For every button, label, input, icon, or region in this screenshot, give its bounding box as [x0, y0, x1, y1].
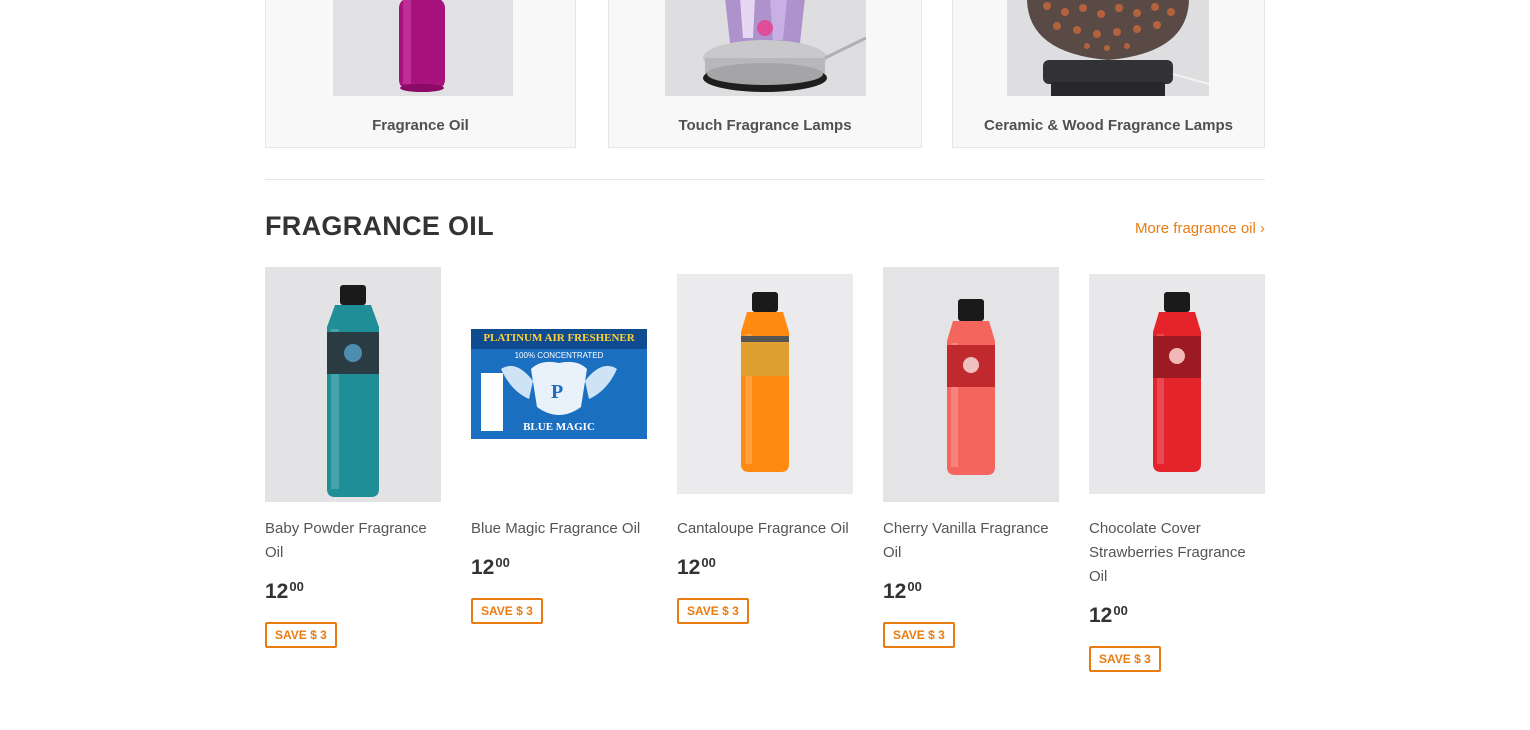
- price-cents: 00: [907, 579, 922, 594]
- product-image-blue-magic[interactable]: PLATINUM AIR FRESHENER 100% CONCENTRATED…: [471, 329, 647, 439]
- product-title[interactable]: Cherry Vanilla Fragrance Oil: [883, 517, 1059, 565]
- product-price: 1200: [471, 555, 510, 580]
- touch-lamp-image[interactable]: [665, 0, 866, 96]
- product-price: 1200: [883, 579, 922, 604]
- save-badge: SAVE $ 3: [1089, 646, 1161, 672]
- label-product-name: BLUE MAGIC: [523, 421, 595, 433]
- price-cents: 00: [1113, 603, 1128, 618]
- section-title: FRAGRANCE OIL: [265, 211, 494, 241]
- price-whole: 12: [883, 580, 907, 603]
- product-image-baby-powder[interactable]: [265, 267, 441, 502]
- collection-card-ceramic-lamps[interactable]: Ceramic & Wood Fragrance Lamps: [952, 0, 1265, 148]
- collection-card-fragrance-oil[interactable]: Fragrance Oil: [265, 0, 576, 148]
- price-whole: 12: [677, 556, 701, 579]
- product-title[interactable]: Cantaloupe Fragrance Oil: [677, 517, 853, 541]
- collection-row: Fragrance Oil Touch Fragrance Lamps Cera…: [265, 0, 1265, 149]
- product-image-cantaloupe[interactable]: [677, 274, 853, 494]
- product-title[interactable]: Chocolate Cover Strawberries Fragrance O…: [1089, 517, 1265, 589]
- price-whole: 12: [1089, 604, 1113, 627]
- collection-title[interactable]: Ceramic & Wood Fragrance Lamps: [953, 117, 1264, 134]
- product-image-cherry-vanilla[interactable]: [883, 267, 1059, 502]
- price-whole: 12: [265, 580, 289, 603]
- collection-card-touch-lamps[interactable]: Touch Fragrance Lamps: [608, 0, 922, 148]
- label-subtitle: 100% CONCENTRATED: [514, 351, 604, 360]
- label-brand: PLATINUM AIR FRESHENER: [483, 332, 635, 344]
- price-whole: 12: [471, 556, 495, 579]
- ceramic-lamp-image[interactable]: [1007, 0, 1209, 96]
- collection-title[interactable]: Touch Fragrance Lamps: [609, 117, 921, 134]
- price-cents: 00: [495, 555, 510, 570]
- product-image-chocolate-strawberries[interactable]: [1089, 274, 1265, 494]
- product-price: 1200: [265, 579, 304, 604]
- product-price: 1200: [677, 555, 716, 580]
- more-fragrance-oil-link[interactable]: More fragrance oil ›: [1135, 220, 1265, 237]
- price-cents: 00: [701, 555, 716, 570]
- price-cents: 00: [289, 579, 304, 594]
- save-badge: SAVE $ 3: [471, 598, 543, 624]
- label-mark: P: [551, 381, 564, 403]
- pink-fragrance-bottle-image[interactable]: [333, 0, 513, 96]
- save-badge: SAVE $ 3: [677, 598, 749, 624]
- save-badge: SAVE $ 3: [883, 622, 955, 648]
- product-title[interactable]: Blue Magic Fragrance Oil: [471, 517, 647, 541]
- section-divider: [265, 179, 1265, 180]
- product-price: 1200: [1089, 603, 1128, 628]
- save-badge: SAVE $ 3: [265, 622, 337, 648]
- collection-title[interactable]: Fragrance Oil: [266, 117, 575, 134]
- product-title[interactable]: Baby Powder Fragrance Oil: [265, 517, 441, 565]
